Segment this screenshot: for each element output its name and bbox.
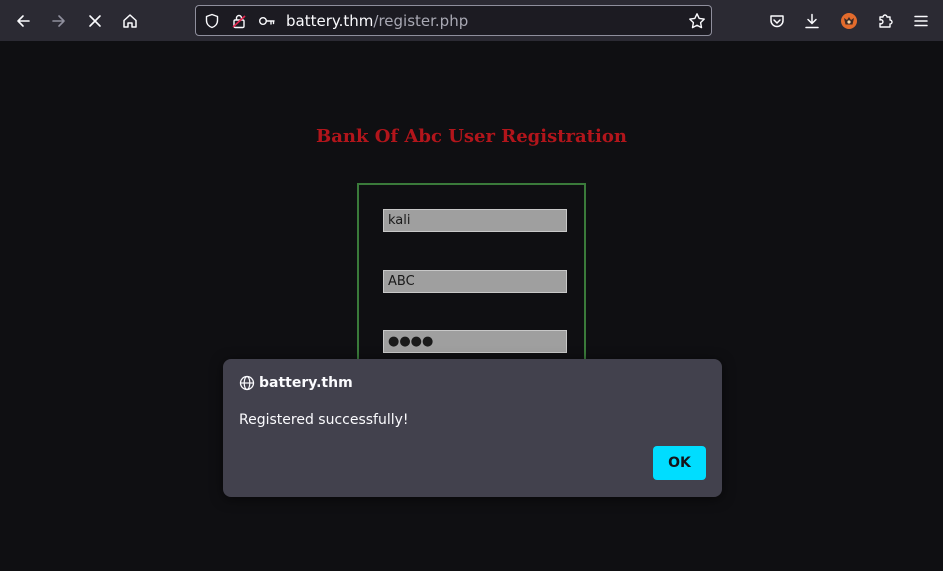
home-button[interactable] xyxy=(117,8,143,34)
username-field[interactable] xyxy=(383,209,567,232)
page-title: Bank Of Abc User Registration xyxy=(316,126,627,147)
menu-button[interactable] xyxy=(908,8,934,34)
pocket-icon xyxy=(770,15,784,28)
dialog-header: battery.thm xyxy=(239,374,353,392)
back-arrow-icon xyxy=(17,15,30,27)
download-icon xyxy=(805,13,819,29)
pocket-button[interactable] xyxy=(764,8,790,34)
shield-icon[interactable] xyxy=(202,11,222,31)
password-field[interactable] xyxy=(383,330,567,353)
url-text[interactable]: battery.thm/register.php xyxy=(286,11,468,31)
registration-form xyxy=(357,183,586,383)
home-icon xyxy=(123,14,137,28)
hamburger-menu-icon xyxy=(914,15,928,27)
insecure-lock-icon[interactable] xyxy=(229,11,249,31)
forward-arrow-icon xyxy=(52,15,65,27)
back-button[interactable] xyxy=(10,8,36,34)
url-domain: battery.thm xyxy=(286,12,374,30)
alert-dialog: battery.thm Registered successfully! OK xyxy=(223,359,722,497)
browser-toolbar: battery.thm/register.php xyxy=(0,0,943,41)
dialog-message: Registered successfully! xyxy=(239,412,409,428)
downloads-button[interactable] xyxy=(799,8,825,34)
key-icon[interactable] xyxy=(257,11,277,31)
extension-button[interactable] xyxy=(836,8,862,34)
globe-icon xyxy=(239,375,255,391)
url-path: /register.php xyxy=(373,12,469,30)
ok-button[interactable]: OK xyxy=(653,446,706,480)
stop-button[interactable] xyxy=(82,8,108,34)
extensions-button[interactable] xyxy=(872,8,898,34)
dialog-host: battery.thm xyxy=(259,375,353,391)
address-bar[interactable]: battery.thm/register.php xyxy=(195,5,712,36)
fox-extension-icon xyxy=(841,13,857,29)
bank-name-field[interactable] xyxy=(383,270,567,293)
close-icon xyxy=(89,15,101,27)
bookmark-star-icon[interactable] xyxy=(687,11,707,31)
forward-button[interactable] xyxy=(46,8,72,34)
puzzle-piece-icon xyxy=(879,14,893,28)
